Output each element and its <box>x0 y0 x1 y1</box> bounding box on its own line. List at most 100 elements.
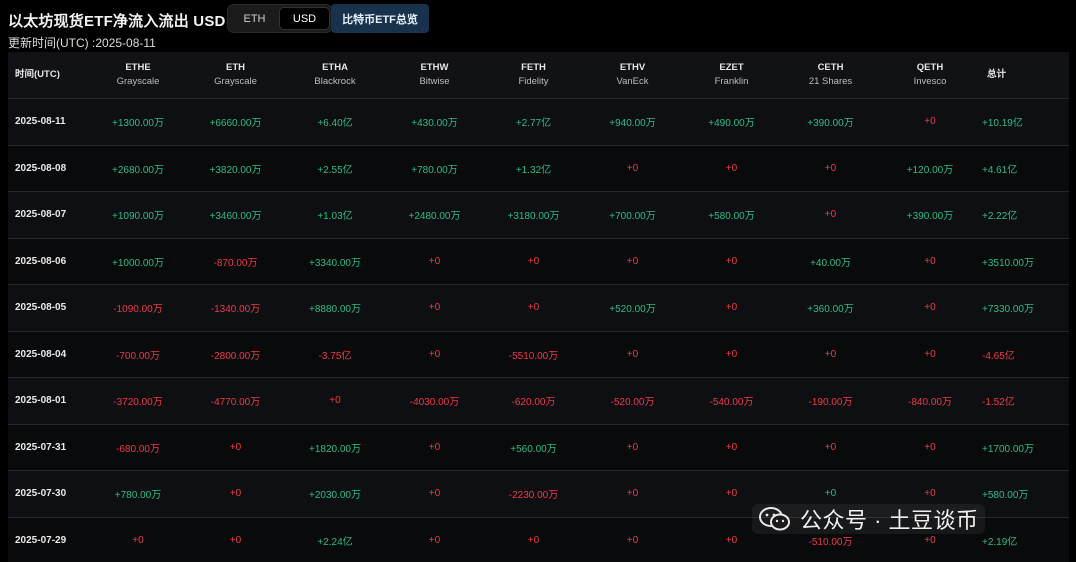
flow-cell: +430.00万 <box>411 118 458 130</box>
update-time: 更新时间(UTC) :2025-08-11 <box>8 36 156 50</box>
flow-cell: +1000.00万 <box>112 257 164 269</box>
row-date: 2025-08-01 <box>15 395 67 407</box>
flow-cell: +700.00万 <box>609 211 656 223</box>
row-date: 2025-08-06 <box>15 255 67 267</box>
column-header: QETH Invesco <box>880 61 980 89</box>
flow-cell: +0 <box>626 162 639 174</box>
total-cell: -4.65亿 <box>982 350 1015 362</box>
flow-cell: +2.55亿 <box>317 164 353 176</box>
total-cell: +10.19亿 <box>982 118 1023 130</box>
column-issuer: Invesco <box>913 76 947 87</box>
flow-cell: -870.00万 <box>213 257 258 269</box>
flow-cell: -4030.00万 <box>409 397 460 409</box>
table-row[interactable]: 2025-07-31 -680.00万 +0 +1820.00万 +0 +560.00万 +… <box>8 423 1069 470</box>
flow-cell: +1090.00万 <box>112 211 164 223</box>
page-title: 以太坊现货ETF净流入流出 USD <box>8 13 226 30</box>
table-body: 2025-08-11 +1300.00万 +6660.00万 +6.40亿 +430.0… <box>8 98 1069 562</box>
flow-cell: -5510.00万 <box>508 350 559 362</box>
flow-cell: +0 <box>527 302 540 314</box>
flow-cell: +0 <box>626 441 639 453</box>
flow-cell: +0 <box>924 441 936 453</box>
unit-toggle[interactable]: ETH USD <box>227 4 333 33</box>
column-issuer: Fidelity <box>518 76 549 87</box>
column-header: ETHV VanEck <box>583 61 682 89</box>
flow-cell: +1.32亿 <box>515 164 552 176</box>
column-header: ETH Grayscale <box>186 61 285 89</box>
flow-cell: +390.00万 <box>906 211 954 223</box>
column-header: ETHW Bitwise <box>385 61 484 89</box>
column-code: FETH <box>521 62 546 73</box>
table-row[interactable]: 2025-08-08 +2680.00万 +3820.00万 +2.55亿 +780.0… <box>8 144 1069 191</box>
table-row[interactable]: 2025-08-06 +1000.00万 -870.00万 +3340.00万 +0 +0… <box>8 237 1069 284</box>
column-code: QETH <box>916 62 944 73</box>
table-row[interactable]: 2025-08-01 -3720.00万 -4770.00万 +0 -4030.00万 -… <box>8 377 1069 424</box>
flow-cell: +360.00万 <box>807 304 854 316</box>
table-row[interactable]: 2025-08-11 +1300.00万 +6660.00万 +6.40亿 +430.0… <box>8 98 1069 145</box>
flow-cell: +2680.00万 <box>112 164 164 176</box>
row-date: 2025-07-30 <box>15 488 67 500</box>
table-header: 时间(UTC) ETHE Grayscale ETH Grayscale ETHA Blac… <box>8 52 1069 98</box>
flow-cell: +0 <box>725 534 738 546</box>
column-code: ETHE <box>125 62 151 73</box>
flow-cell: +0 <box>725 162 738 174</box>
flow-cell: +780.00万 <box>114 490 162 502</box>
column-issuer: 21 Shares <box>808 76 853 87</box>
flow-cell: -1340.00万 <box>210 304 261 316</box>
row-date: 2025-08-07 <box>15 209 67 221</box>
watermark: 公众号 · 土豆谈币 <box>752 504 985 534</box>
column-header: EZET Franklin <box>682 61 781 89</box>
total-cell: +7330.00万 <box>982 304 1034 316</box>
total-cell: +4.61亿 <box>982 164 1018 176</box>
flow-cell: -510.00万 <box>808 536 853 548</box>
flow-cell: +0 <box>626 255 639 267</box>
flow-cell: +0 <box>725 348 738 360</box>
flow-cell: -840.00万 <box>908 397 952 409</box>
column-issuer: Grayscale <box>214 76 257 87</box>
flow-cell: +3340.00万 <box>309 257 361 269</box>
etf-flow-table: 时间(UTC) ETHE Grayscale ETH Grayscale ETHA Blac… <box>8 52 1069 562</box>
flow-cell: +0 <box>725 255 738 267</box>
flow-cell: +0 <box>229 534 242 546</box>
flow-cell: +3820.00万 <box>209 164 262 176</box>
table-row[interactable]: 2025-08-04 -700.00万 -2800.00万 -3.75亿 +0 -5510… <box>8 330 1069 377</box>
flow-cell: +0 <box>924 534 936 546</box>
flow-cell: +0 <box>428 441 441 453</box>
flow-cell: +940.00万 <box>609 118 656 130</box>
column-code: 总计 <box>987 69 1007 80</box>
flow-cell: +0 <box>428 534 441 546</box>
btc-etf-overview-button[interactable]: 比特币ETF总览 <box>331 4 429 33</box>
column-issuer: Franklin <box>714 76 749 87</box>
flow-cell: +0 <box>824 441 837 453</box>
flow-cell: +0 <box>924 255 936 267</box>
flow-cell: +3460.00万 <box>209 211 262 223</box>
flow-cell: -2230.00万 <box>508 490 559 502</box>
flow-cell: -680.00万 <box>116 443 160 455</box>
toggle-eth[interactable]: ETH <box>230 7 279 30</box>
flow-cell: +780.00万 <box>411 164 458 176</box>
page-header: 以太坊现货ETF净流入流出 USD 更新时间(UTC) :2025-08-11 … <box>8 4 1068 50</box>
flow-cell: +1300.00万 <box>112 118 164 130</box>
flow-cell: -4770.00万 <box>210 397 261 409</box>
flow-cell: +0 <box>924 348 936 360</box>
flow-cell: +0 <box>924 302 936 314</box>
column-header: CETH 21 Shares <box>781 61 880 89</box>
column-code: ETHV <box>619 62 646 73</box>
table-row[interactable]: 2025-08-05 -1090.00万 -1340.00万 +8880.00万 +0 +… <box>8 284 1069 331</box>
row-date: 2025-08-05 <box>15 302 67 314</box>
flow-cell: +0 <box>428 255 441 267</box>
flow-cell: +0 <box>229 488 242 500</box>
column-issuer: Blackrock <box>314 76 356 87</box>
flow-cell: +390.00万 <box>807 118 854 130</box>
column-issuer: Grayscale <box>116 76 160 87</box>
flow-cell: +2.77亿 <box>515 118 552 130</box>
flow-cell: +0 <box>824 162 837 174</box>
flow-cell: +40.00万 <box>810 257 851 269</box>
toggle-usd[interactable]: USD <box>279 7 330 30</box>
flow-cell: +0 <box>924 116 936 128</box>
column-code: ETHW <box>420 62 449 73</box>
flow-cell: +6660.00万 <box>209 118 262 130</box>
flow-cell: +2.24亿 <box>317 536 353 548</box>
flow-cell: +8880.00万 <box>309 304 361 316</box>
flow-cell: +0 <box>725 488 738 500</box>
table-row[interactable]: 2025-08-07 +1090.00万 +3460.00万 +1.03亿 +2480.… <box>8 191 1069 238</box>
